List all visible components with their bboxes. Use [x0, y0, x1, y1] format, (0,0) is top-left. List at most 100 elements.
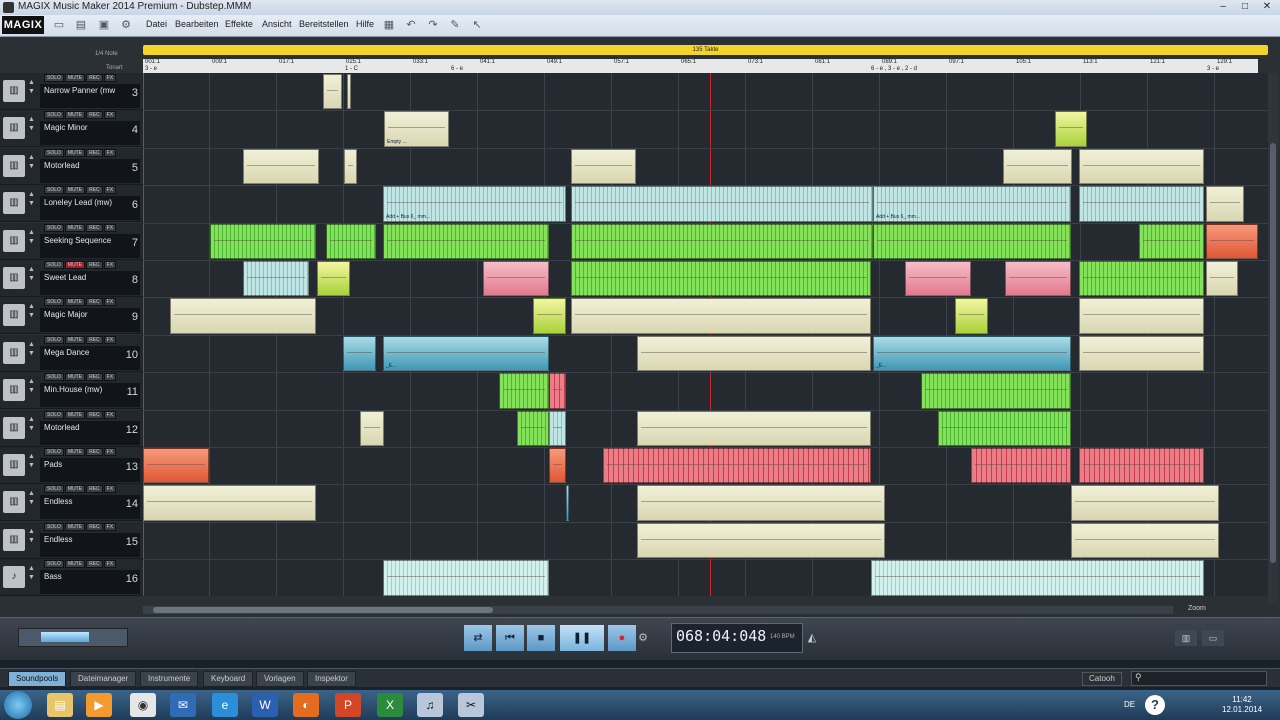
- help-icon[interactable]: ?: [1145, 695, 1165, 715]
- track-header[interactable]: ▥ ▲ ▼ SOLO MUTE REC FX Seeking Sequence 7: [0, 222, 143, 260]
- fx-button[interactable]: FX: [103, 186, 117, 195]
- mute-button[interactable]: MUTE: [64, 298, 86, 307]
- language-indicator[interactable]: DE: [1124, 700, 1135, 709]
- keyboard-icon[interactable]: ▥: [3, 80, 25, 102]
- master-volume[interactable]: [18, 628, 128, 647]
- keyboard-icon[interactable]: ▥: [3, 267, 25, 289]
- track-header[interactable]: ▥ ▲ ▼ SOLO MUTE REC FX Mega Dance 10: [0, 334, 143, 372]
- track-name[interactable]: Motorlead: [44, 423, 120, 437]
- guitar-icon[interactable]: ♪: [3, 566, 25, 589]
- pause-button[interactable]: ❚❚: [560, 625, 604, 651]
- fx-button[interactable]: FX: [103, 298, 117, 307]
- audio-clip[interactable]: [603, 448, 871, 484]
- menu-hilfe[interactable]: Hilfe: [356, 19, 374, 29]
- mute-button[interactable]: MUTE: [64, 261, 86, 269]
- fx-button[interactable]: FX: [103, 74, 117, 82]
- rec-button[interactable]: REC: [86, 485, 103, 494]
- track-arrows-icon[interactable]: ▲ ▼: [28, 190, 36, 216]
- mute-button[interactable]: MUTE: [64, 522, 86, 531]
- rec-button[interactable]: REC: [86, 111, 103, 120]
- audio-clip[interactable]: [571, 148, 636, 185]
- audio-clip[interactable]: [383, 223, 549, 259]
- horizontal-scrollbar[interactable]: [143, 606, 1173, 614]
- excel-icon[interactable]: X: [377, 693, 403, 717]
- tab-dateimanager[interactable]: Dateimanager: [70, 671, 137, 687]
- tab-soundpools[interactable]: Soundpools: [8, 671, 67, 687]
- audio-clip[interactable]: [383, 560, 549, 596]
- track-name[interactable]: Endless: [44, 497, 120, 511]
- audio-clip[interactable]: [347, 74, 351, 110]
- minimize-button[interactable]: –: [1212, 0, 1234, 14]
- audio-clip[interactable]: [344, 148, 357, 185]
- track-name[interactable]: Motorlead: [44, 161, 120, 175]
- track-arrows-icon[interactable]: ▲ ▼: [28, 78, 36, 104]
- tab-inspektor[interactable]: Inspektor: [307, 671, 356, 687]
- menu-ansicht[interactable]: Ansicht: [262, 19, 292, 29]
- mail-icon[interactable]: ✉: [170, 693, 196, 717]
- media-center-icon[interactable]: ◉: [130, 693, 156, 717]
- record-settings-icon[interactable]: ⚙: [636, 625, 650, 651]
- audio-clip[interactable]: [971, 448, 1071, 484]
- rec-button[interactable]: REC: [86, 186, 103, 195]
- solo-button[interactable]: SOLO: [44, 410, 64, 419]
- maximize-button[interactable]: □: [1234, 0, 1256, 14]
- audio-clip[interactable]: [571, 223, 873, 259]
- fx-button[interactable]: FX: [103, 261, 117, 269]
- audio-clip[interactable]: [549, 410, 566, 446]
- fx-button[interactable]: FX: [103, 522, 117, 531]
- clock[interactable]: 11:42 12.01.2014: [1222, 695, 1262, 715]
- audio-clip[interactable]: [905, 261, 971, 297]
- solo-button[interactable]: SOLO: [44, 298, 64, 307]
- audio-clip[interactable]: Add + Bus 6_ mm...: [873, 186, 1071, 222]
- keyboard-icon[interactable]: ▥: [3, 304, 25, 327]
- fx-button[interactable]: FX: [103, 148, 117, 157]
- start-button[interactable]: [4, 691, 32, 719]
- audio-clip[interactable]: [243, 261, 309, 297]
- new-file-icon[interactable]: ▭: [52, 18, 66, 32]
- audio-clip[interactable]: [637, 410, 871, 446]
- audio-clip[interactable]: [1206, 223, 1258, 259]
- audio-clip[interactable]: [210, 223, 316, 259]
- audio-clip[interactable]: [170, 298, 316, 334]
- arrange-grid[interactable]: Empty ... Add + Bus 6_ mm... Add + Bus 6_ …: [143, 73, 1268, 596]
- solo-button[interactable]: SOLO: [44, 111, 64, 120]
- pointer-icon[interactable]: ↖: [470, 18, 484, 32]
- track-arrows-icon[interactable]: ▲ ▼: [28, 452, 36, 478]
- solo-button[interactable]: SOLO: [44, 373, 64, 382]
- fx-button[interactable]: FX: [103, 111, 117, 120]
- track-arrows-icon[interactable]: ▲ ▼: [28, 228, 36, 254]
- track-header[interactable]: ▥ ▲ ▼ SOLO MUTE REC FX Pads 13: [0, 447, 143, 484]
- track-name[interactable]: Bass: [44, 572, 120, 586]
- solo-button[interactable]: SOLO: [44, 74, 64, 82]
- audio-clip[interactable]: [143, 485, 316, 521]
- track-name[interactable]: Loneley Lead (mw): [44, 198, 120, 212]
- rec-button[interactable]: REC: [86, 261, 103, 269]
- screen-view-icon[interactable]: ▭: [1202, 630, 1224, 646]
- tool-icon[interactable]: ✂: [458, 693, 484, 717]
- keyboard-icon[interactable]: ▥: [3, 454, 25, 476]
- audio-clip[interactable]: [566, 485, 569, 521]
- timeline-ruler[interactable]: 001:1 009:1 017:1 025:1 033:1 041:1 049:1 057:1…: [143, 59, 1258, 73]
- track-header[interactable]: ▥ ▲ ▼ SOLO MUTE REC FX Narrow Panner (mw 3: [0, 73, 143, 110]
- audio-clip[interactable]: [549, 373, 566, 409]
- solo-button[interactable]: SOLO: [44, 148, 64, 157]
- audio-clip[interactable]: [871, 560, 1204, 596]
- music-maker-icon[interactable]: ♫: [417, 693, 443, 717]
- search-input[interactable]: ⚲: [1131, 671, 1267, 686]
- rec-button[interactable]: REC: [86, 522, 103, 531]
- audio-clip[interactable]: [360, 410, 384, 446]
- track-name[interactable]: Magic Minor: [44, 123, 120, 137]
- save-icon[interactable]: ▣: [97, 18, 111, 32]
- audio-clip[interactable]: [1079, 448, 1204, 484]
- fx-button[interactable]: FX: [103, 485, 117, 494]
- keyboard-icon[interactable]: ▥: [3, 341, 25, 364]
- mute-button[interactable]: MUTE: [64, 335, 86, 344]
- to-start-button[interactable]: ⏮: [496, 625, 524, 651]
- mute-button[interactable]: MUTE: [64, 560, 86, 569]
- solo-button[interactable]: SOLO: [44, 223, 64, 232]
- track-header[interactable]: ▥ ▲ ▼ SOLO MUTE REC FX Endless 15: [0, 521, 143, 559]
- audio-clip[interactable]: [921, 373, 1071, 409]
- menu-bereitstellen[interactable]: Bereitstellen: [299, 19, 349, 29]
- fx-button[interactable]: FX: [103, 448, 117, 456]
- vscroll-thumb[interactable]: [1270, 143, 1276, 563]
